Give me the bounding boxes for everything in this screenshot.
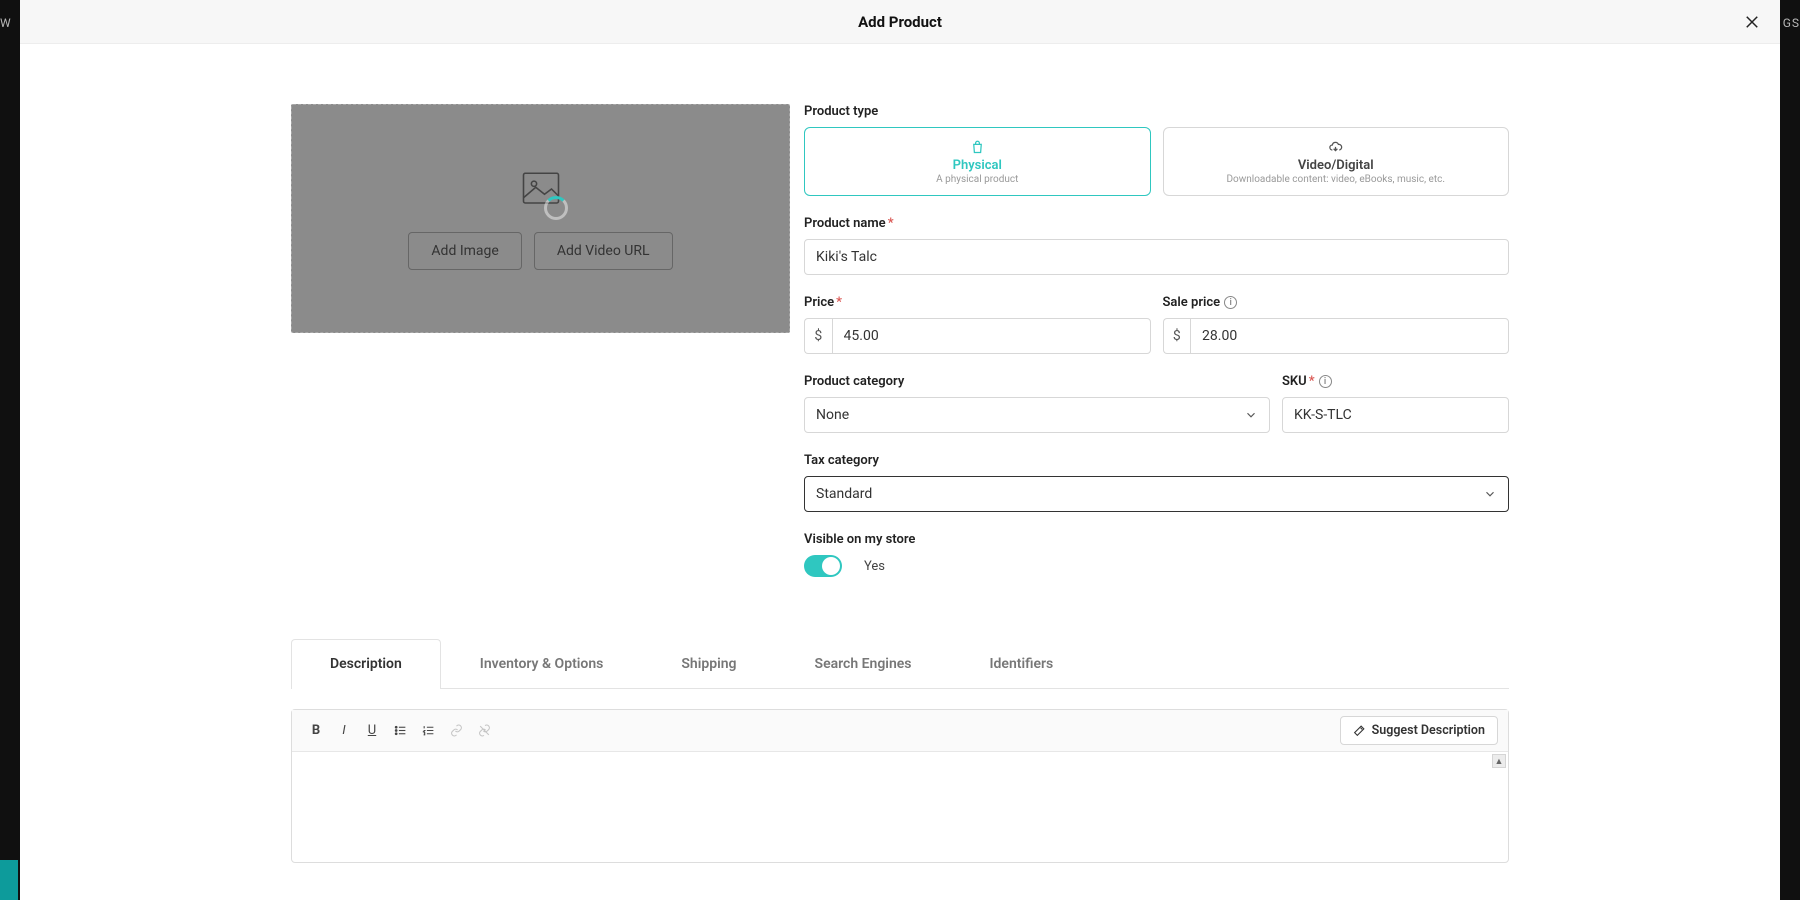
visible-value: Yes bbox=[864, 559, 885, 574]
suggest-description-button[interactable]: Suggest Description bbox=[1340, 716, 1498, 745]
description-editor: B I U bbox=[291, 709, 1509, 863]
tab-inventory[interactable]: Inventory & Options bbox=[441, 639, 643, 688]
tab-search-engines[interactable]: Search Engines bbox=[776, 639, 951, 688]
tax-category-select[interactable] bbox=[804, 476, 1509, 512]
sku-input[interactable] bbox=[1282, 397, 1509, 433]
price-label: Price* bbox=[804, 295, 1151, 310]
magic-wand-icon bbox=[1353, 724, 1366, 737]
type-title: Video/Digital bbox=[1176, 158, 1497, 173]
tab-description[interactable]: Description bbox=[291, 639, 441, 688]
sale-price-input[interactable] bbox=[1190, 318, 1509, 354]
category-label: Product category bbox=[804, 374, 1270, 389]
tab-shipping[interactable]: Shipping bbox=[642, 639, 775, 688]
type-subtitle: A physical product bbox=[817, 174, 1138, 185]
editor-toolbar: B I U bbox=[292, 710, 1508, 752]
image-drop-zone[interactable]: Add Image Add Video URL bbox=[291, 104, 790, 333]
price-input[interactable] bbox=[832, 318, 1151, 354]
type-title: Physical bbox=[817, 158, 1138, 173]
info-icon[interactable]: i bbox=[1224, 296, 1237, 309]
close-icon bbox=[1743, 13, 1761, 31]
currency-symbol: $ bbox=[1163, 318, 1191, 354]
editor-textarea[interactable]: ▲ bbox=[292, 752, 1508, 862]
bg-text-left: W bbox=[0, 16, 11, 30]
product-type-physical[interactable]: Physical A physical product bbox=[804, 127, 1151, 196]
category-value[interactable] bbox=[804, 397, 1270, 433]
cloud-download-icon bbox=[1176, 138, 1497, 156]
image-placeholder-icon bbox=[520, 168, 562, 210]
product-name-label: Product name* bbox=[804, 216, 1509, 231]
product-type-label: Product type bbox=[804, 104, 1509, 119]
bag-icon bbox=[817, 138, 1138, 156]
visible-toggle[interactable] bbox=[804, 555, 842, 577]
modal-header: Add Product bbox=[20, 0, 1780, 44]
detail-tabs: Description Inventory & Options Shipping… bbox=[291, 639, 1509, 689]
sku-label: SKU*i bbox=[1282, 374, 1509, 389]
product-type-digital[interactable]: Video/Digital Downloadable content: vide… bbox=[1163, 127, 1510, 196]
info-icon[interactable]: i bbox=[1319, 375, 1332, 388]
add-image-button[interactable]: Add Image bbox=[408, 232, 521, 270]
bg-text-right: GS bbox=[1783, 16, 1800, 30]
loading-spinner-icon bbox=[544, 196, 568, 220]
numbered-list-button[interactable] bbox=[414, 717, 442, 745]
add-video-url-button[interactable]: Add Video URL bbox=[534, 232, 673, 270]
close-button[interactable] bbox=[1740, 10, 1764, 34]
underline-button[interactable]: U bbox=[358, 717, 386, 745]
bg-accent-strip bbox=[0, 860, 18, 900]
italic-button[interactable]: I bbox=[330, 717, 358, 745]
tax-category-label: Tax category bbox=[804, 453, 1509, 468]
tab-identifiers[interactable]: Identifiers bbox=[951, 639, 1093, 688]
currency-symbol: $ bbox=[804, 318, 832, 354]
unlink-button[interactable] bbox=[470, 717, 498, 745]
category-select[interactable] bbox=[804, 397, 1270, 433]
modal-body: Add Image Add Video URL Product type bbox=[20, 44, 1780, 900]
type-subtitle: Downloadable content: video, eBooks, mus… bbox=[1176, 174, 1497, 185]
product-name-input[interactable] bbox=[804, 239, 1509, 275]
add-product-modal: Add Product Add Image Add Video URL bbox=[20, 0, 1780, 900]
link-button[interactable] bbox=[442, 717, 470, 745]
bullet-list-button[interactable] bbox=[386, 717, 414, 745]
bold-button[interactable]: B bbox=[302, 717, 330, 745]
sale-price-label: Sale pricei bbox=[1163, 295, 1510, 310]
scroll-up-icon[interactable]: ▲ bbox=[1492, 754, 1506, 768]
visible-label: Visible on my store bbox=[804, 532, 1509, 547]
modal-title: Add Product bbox=[858, 13, 942, 31]
tax-category-value[interactable] bbox=[804, 476, 1509, 512]
